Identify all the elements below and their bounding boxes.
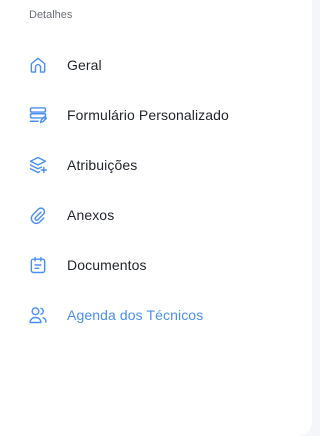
menu-item-atribuicoes[interactable]: Atribuições: [0, 140, 312, 190]
menu-item-geral[interactable]: Geral: [0, 40, 312, 90]
users-icon: [28, 305, 48, 325]
menu-item-anexos[interactable]: Anexos: [0, 190, 312, 240]
calendar-document-icon: [28, 255, 48, 275]
home-icon: [28, 55, 48, 75]
menu-item-formulario-personalizado[interactable]: Formulário Personalizado: [0, 90, 312, 140]
menu-item-label: Formulário Personalizado: [67, 107, 229, 123]
menu-item-agenda-dos-tecnicos[interactable]: Agenda dos Técnicos: [0, 290, 312, 340]
paperclip-icon: [28, 205, 48, 225]
section-title: Detalhes: [29, 9, 73, 21]
menu-item-label: Atribuições: [67, 157, 138, 173]
layers-plus-icon: [28, 155, 48, 175]
form-edit-icon: [28, 105, 48, 125]
menu-item-label: Documentos: [67, 257, 147, 273]
details-panel: Detalhes Geral Formulário Personalizado: [0, 0, 312, 436]
menu-item-label: Anexos: [67, 207, 115, 223]
details-menu: Geral Formulário Personalizado Atribuiçõ…: [0, 40, 312, 340]
menu-item-documentos[interactable]: Documentos: [0, 240, 312, 290]
menu-item-label: Agenda dos Técnicos: [67, 307, 204, 323]
menu-item-label: Geral: [67, 57, 102, 73]
